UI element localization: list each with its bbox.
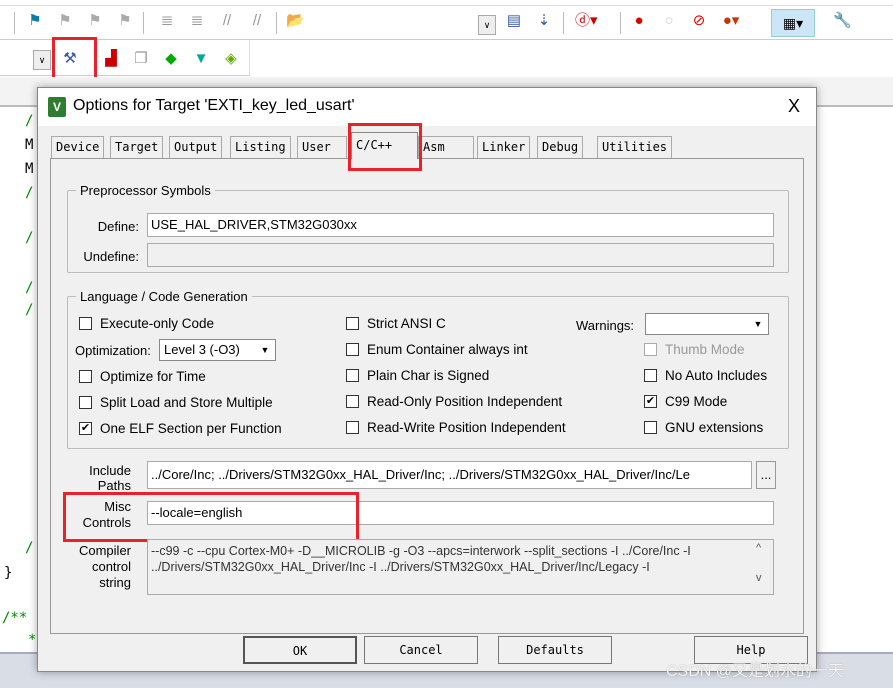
code-line: / bbox=[25, 230, 34, 246]
find-in-files-icon[interactable]: 📂 bbox=[286, 12, 305, 30]
select-packs-icon[interactable]: ❐ bbox=[132, 50, 150, 68]
warnings-label: Warnings: bbox=[576, 318, 635, 333]
strict-ansi-checkbox[interactable]: Strict ANSI C bbox=[346, 316, 446, 331]
codegen-legend: Language / Code Generation bbox=[80, 289, 248, 304]
optimize-time-checkbox[interactable]: Optimize for Time bbox=[79, 369, 206, 384]
code-line: / bbox=[25, 280, 34, 296]
undefine-input[interactable] bbox=[147, 243, 774, 267]
code-line: / bbox=[25, 302, 34, 318]
close-button[interactable]: X bbox=[788, 96, 800, 117]
indent-icon[interactable]: ≣ bbox=[158, 12, 176, 30]
dialog-titlebar: V Options for Target 'EXTI_key_led_usart… bbox=[38, 88, 816, 126]
warnings-select[interactable]: ▼ bbox=[645, 313, 769, 335]
no-auto-includes-checkbox[interactable]: No Auto Includes bbox=[644, 368, 767, 383]
thumb-mode-checkbox[interactable]: Thumb Mode bbox=[644, 342, 745, 357]
window-icon[interactable]: ▦▾ bbox=[771, 9, 815, 37]
gnu-extensions-checkbox[interactable]: GNU extensions bbox=[644, 420, 763, 435]
code-line: M bbox=[25, 137, 34, 153]
watermark: CSDN @又是划水的一天 bbox=[666, 663, 845, 680]
kill-breakpoints-icon[interactable]: ⊘ bbox=[690, 12, 708, 30]
chevron-down-icon: ▼ bbox=[753, 319, 763, 329]
pack-installer-icon[interactable]: ◆ bbox=[162, 50, 180, 68]
options-dialog: V Options for Target 'EXTI_key_led_usart… bbox=[37, 87, 817, 672]
defaults-button[interactable]: Defaults bbox=[498, 636, 612, 664]
tab-output[interactable]: Output bbox=[169, 136, 223, 158]
clear-bookmarks-icon[interactable]: ⚑ bbox=[116, 12, 134, 30]
tab-utilities[interactable]: Utilities bbox=[597, 136, 673, 158]
compiler-control-label: Compiler control string bbox=[78, 543, 131, 590]
next-bookmark-icon[interactable]: ⚑ bbox=[86, 12, 104, 30]
optimization-label: Optimization: bbox=[75, 343, 151, 358]
chevron-down-icon: ▼ bbox=[260, 345, 270, 355]
bookmark-icon[interactable]: ⚑ bbox=[26, 12, 44, 30]
cpp-panel: Preprocessor Symbols Define: USE_HAL_DRI… bbox=[50, 158, 804, 634]
tab-target[interactable]: Target bbox=[110, 136, 164, 158]
code-line: M bbox=[25, 161, 34, 177]
tab-debug[interactable]: Debug bbox=[537, 136, 584, 158]
uncomment-icon[interactable]: // bbox=[248, 12, 266, 30]
browse-button[interactable]: ... bbox=[756, 461, 776, 489]
tab-device[interactable]: Device bbox=[51, 136, 105, 158]
one-elf-checkbox[interactable]: ✔ One ELF Section per Function bbox=[79, 421, 282, 436]
code-line: } bbox=[4, 565, 13, 581]
dropdown-icon[interactable]: ∨ bbox=[478, 15, 496, 35]
keil-logo-icon: V bbox=[48, 97, 66, 117]
define-input[interactable]: USE_HAL_DRIVER,STM32G030xx bbox=[147, 213, 774, 237]
tab-user[interactable]: User bbox=[297, 136, 347, 158]
find-icon[interactable]: ▤ bbox=[505, 12, 523, 30]
comment-icon[interactable]: // bbox=[218, 12, 236, 30]
compiler-control-string: --c99 -c --cpu Cortex-M0+ -D__MICROLIB -… bbox=[147, 539, 774, 595]
scroll-down-icon[interactable]: v bbox=[756, 572, 762, 584]
ro-pi-checkbox[interactable]: Read-Only Position Independent bbox=[346, 394, 562, 409]
tab-asm[interactable]: Asm bbox=[418, 136, 474, 158]
filter-icon[interactable]: ▼ bbox=[192, 50, 210, 68]
include-paths-input[interactable]: ../Core/Inc; ../Drivers/STM32G0xx_HAL_Dr… bbox=[147, 461, 752, 489]
optimization-select[interactable]: Level 3 (-O3) ▼ bbox=[159, 339, 276, 361]
unindent-icon[interactable]: ≣ bbox=[188, 12, 206, 30]
preprocessor-legend: Preprocessor Symbols bbox=[80, 183, 211, 198]
c99-mode-checkbox[interactable]: ✔ C99 Mode bbox=[644, 394, 727, 409]
software-packs-icon[interactable]: ◈ bbox=[222, 50, 240, 68]
cancel-button[interactable]: Cancel bbox=[364, 636, 478, 664]
highlight-box bbox=[63, 492, 359, 542]
ok-button[interactable]: OK bbox=[243, 636, 357, 664]
highlight-box bbox=[348, 123, 422, 171]
tab-linker[interactable]: Linker bbox=[477, 136, 531, 158]
execute-only-checkbox[interactable]: Execute-only Code bbox=[79, 316, 214, 331]
code-line: / bbox=[25, 113, 34, 129]
insert-icon[interactable]: ⇣ bbox=[535, 12, 553, 30]
disable-breakpoint-icon[interactable]: ○ bbox=[660, 12, 678, 30]
manage-components-icon[interactable]: ▟ bbox=[102, 50, 120, 68]
define-label: Define: bbox=[97, 219, 139, 234]
dialog-title: Options for Target 'EXTI_key_led_usart' bbox=[73, 97, 355, 114]
clear-breakpoints-icon[interactable]: ●▾ bbox=[722, 12, 740, 30]
tab-listing[interactable]: Listing bbox=[230, 136, 291, 158]
code-line: /** bbox=[2, 610, 28, 626]
include-paths-label: Include Paths bbox=[89, 463, 131, 493]
undefine-label: Undefine: bbox=[83, 249, 139, 264]
rw-pi-checkbox[interactable]: Read-Write Position Independent bbox=[346, 420, 566, 435]
debug-icon[interactable]: ⓓ▾ bbox=[575, 12, 598, 30]
split-load-checkbox[interactable]: Split Load and Store Multiple bbox=[79, 395, 273, 410]
code-line: / bbox=[25, 185, 34, 201]
code-line: / bbox=[25, 540, 34, 556]
enum-container-checkbox[interactable]: Enum Container always int bbox=[346, 342, 528, 357]
plain-char-checkbox[interactable]: Plain Char is Signed bbox=[346, 368, 489, 383]
separator bbox=[14, 12, 15, 34]
tools-icon[interactable]: 🔧 bbox=[833, 12, 852, 30]
scroll-up-icon[interactable]: ^ bbox=[756, 542, 761, 554]
breakpoint-icon[interactable]: ● bbox=[630, 12, 648, 30]
code-line: * bbox=[28, 632, 37, 648]
dropdown-icon[interactable]: ∨ bbox=[33, 50, 51, 70]
prev-bookmark-icon[interactable]: ⚑ bbox=[56, 12, 74, 30]
highlight-box bbox=[52, 37, 97, 82]
